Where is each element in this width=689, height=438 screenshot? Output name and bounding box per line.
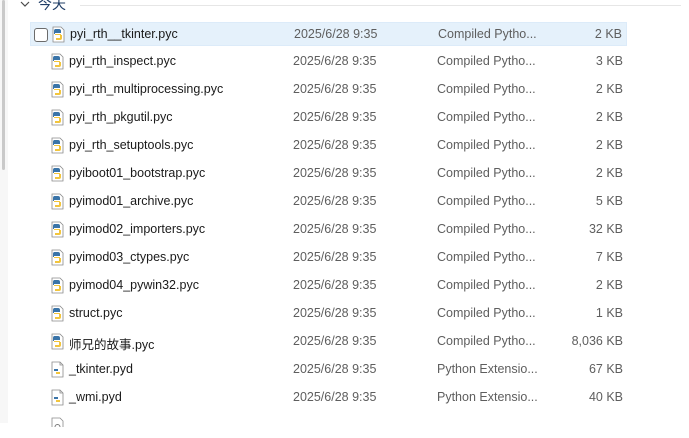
file-size: 67 KB	[588, 362, 623, 376]
file-row[interactable]: pyimod04_pywin32.pyc 2025/6/28 9:35 Compil…	[30, 274, 627, 298]
file-date-modified: 2025/6/28 9:35	[293, 222, 377, 236]
file-size: 2 KB	[595, 82, 623, 96]
group-header-today[interactable]: 今天	[18, 0, 66, 14]
file-type: Compiled Pytho...	[437, 166, 536, 180]
file-date-modified: 2025/6/28 9:35	[293, 390, 377, 404]
group-divider	[80, 5, 681, 6]
file-name: pyimod01_archive.pyc	[69, 194, 194, 208]
file-date-modified: 2025/6/28 9:35	[293, 362, 377, 376]
file-date-modified: 2025/6/28 9:35	[294, 27, 378, 41]
file-type: Compiled Pytho...	[437, 54, 536, 68]
file-name: pyi_rth__tkinter.pyc	[70, 27, 178, 41]
file-size: 2 KB	[595, 166, 623, 180]
file-name: pyimod03_ctypes.pyc	[69, 250, 190, 264]
file-date-modified: 2025/6/28 9:35	[293, 250, 377, 264]
file-row[interactable]: pyi_rth_setuptools.pyc 2025/6/28 9:35 Comp…	[30, 134, 627, 158]
file-type: Python Extensio...	[437, 362, 538, 376]
file-size: 2 KB	[594, 27, 622, 41]
file-name: _wmi.pyd	[69, 390, 122, 404]
file-size: 2 KB	[595, 138, 623, 152]
file-type: Compiled Pytho...	[437, 82, 536, 96]
file-type: Compiled Pytho...	[437, 278, 536, 292]
file-size: 40 KB	[588, 390, 623, 404]
file-type: Compiled Pytho...	[437, 306, 536, 320]
file-date-modified: 2025/6/28 9:35	[293, 82, 377, 96]
file-date-modified: 2025/6/28 9:35	[293, 194, 377, 208]
file-type: Compiled Pytho...	[438, 27, 537, 41]
file-date-modified: 2025/6/28 9:35	[293, 278, 377, 292]
file-type: Compiled Pytho...	[437, 222, 536, 236]
group-label: 今天	[38, 0, 66, 12]
file-type: Compiled Pytho...	[437, 138, 536, 152]
file-type: Compiled Pytho...	[437, 194, 536, 208]
file-row[interactable]: pyi_rth_inspect.pyc 2025/6/28 9:35 Compile…	[30, 50, 627, 74]
file-row[interactable]	[30, 414, 627, 427]
row-select-checkbox[interactable]	[34, 28, 48, 42]
chevron-down-icon[interactable]	[18, 0, 32, 11]
file-name: pyi_rth_inspect.pyc	[69, 54, 177, 68]
file-row[interactable]: pyi_rth_pkgutil.pyc 2025/6/28 9:35 Compile…	[30, 106, 627, 130]
file-size: 5 KB	[595, 194, 623, 208]
navigation-scrollbar[interactable]	[2, 0, 5, 170]
file-name: _tkinter.pyd	[69, 362, 133, 376]
file-row[interactable]: pyimod03_ctypes.pyc 2025/6/28 9:35 Compile…	[30, 246, 627, 270]
file-name: pyimod04_pywin32.pyc	[69, 278, 199, 292]
file-type: Python Extensio...	[437, 390, 538, 404]
file-row[interactable]: struct.pyc 2025/6/28 9:35 Compiled Pytho..…	[30, 302, 627, 326]
file-name: 师兄的故事.pyc	[69, 338, 155, 352]
file-date-modified: 2025/6/28 9:35	[293, 306, 377, 320]
file-name: pyimod02_importers.pyc	[69, 222, 206, 236]
file-name: struct.pyc	[69, 306, 123, 320]
file-date-modified: 2025/6/28 9:35	[293, 110, 377, 124]
file-date-modified: 2025/6/28 9:35	[293, 54, 377, 68]
file-size: 32 KB	[588, 222, 623, 236]
file-row[interactable]: pyimod01_archive.pyc 2025/6/28 9:35 Compil…	[30, 190, 627, 214]
file-name: pyi_rth_multiprocessing.pyc	[69, 82, 224, 96]
file-size: 3 KB	[595, 54, 623, 68]
file-size: 7 KB	[595, 250, 623, 264]
file-row[interactable]: _wmi.pyd 2025/6/28 9:35 Python Extensio...…	[30, 386, 627, 410]
file-row[interactable]: _tkinter.pyd 2025/6/28 9:35 Python Extensi…	[30, 358, 627, 382]
file-type: Compiled Pytho...	[437, 110, 536, 124]
file-date-modified: 2025/6/28 9:35	[293, 334, 377, 348]
file-row[interactable]: 师兄的故事.pyc 2025/6/28 9:35 Compiled Pytho...…	[30, 330, 627, 354]
file-size: 2 KB	[595, 278, 623, 292]
file-name: pyiboot01_bootstrap.pyc	[69, 166, 206, 180]
file-size: 2 KB	[595, 110, 623, 124]
file-row[interactable]: pyi_rth__tkinter.pyc 2025/6/28 9:35 Compil…	[30, 22, 627, 46]
navigation-pane-edge	[0, 0, 8, 423]
file-type: Compiled Pytho...	[437, 250, 536, 264]
file-size: 8,036 KB	[571, 334, 623, 348]
file-name: pyi_rth_setuptools.pyc	[69, 138, 194, 152]
file-row[interactable]: pyi_rth_multiprocessing.pyc 2025/6/28 9:3…	[30, 78, 627, 102]
file-size: 1 KB	[595, 306, 623, 320]
file-type: Compiled Pytho...	[437, 334, 536, 348]
file-date-modified: 2025/6/28 9:35	[293, 166, 377, 180]
file-row[interactable]: pyimod02_importers.pyc 2025/6/28 9:35 Comp…	[30, 218, 627, 242]
file-date-modified: 2025/6/28 9:35	[293, 138, 377, 152]
file-row[interactable]: pyiboot01_bootstrap.pyc 2025/6/28 9:35 Com…	[30, 162, 627, 186]
file-name: pyi_rth_pkgutil.pyc	[69, 110, 173, 124]
